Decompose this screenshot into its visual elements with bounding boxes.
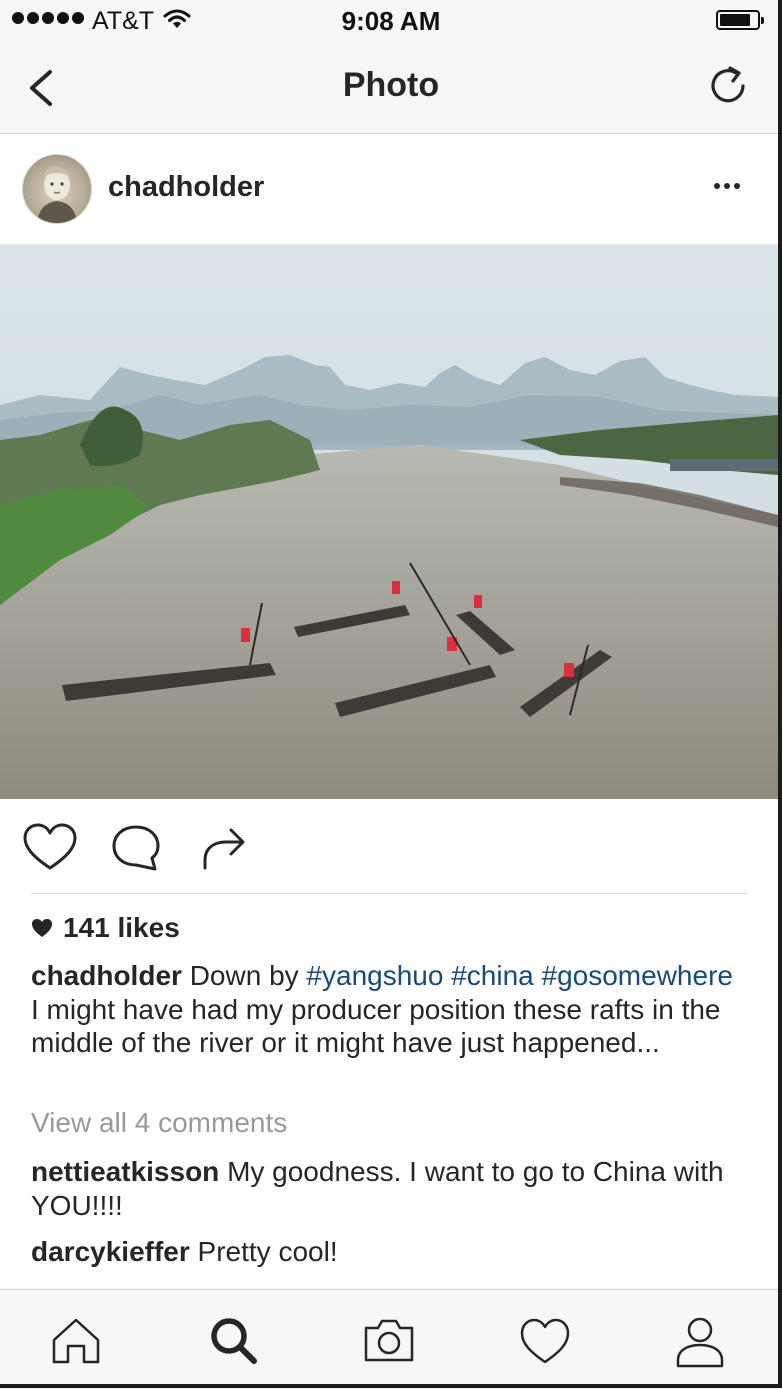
comment-username[interactable]: nettieatkisson <box>31 1156 219 1187</box>
likes-count[interactable]: 141 likes <box>31 912 180 944</box>
ellipsis-icon[interactable] <box>714 183 740 189</box>
hashtag-yangshuo[interactable]: #yangshuo <box>306 960 443 991</box>
refresh-icon[interactable] <box>706 64 750 108</box>
profile-icon[interactable] <box>670 1310 730 1370</box>
view-all-comments-link[interactable]: View all 4 comments <box>31 1107 287 1139</box>
post-username[interactable]: chadholder <box>108 171 264 204</box>
comment-icon[interactable] <box>108 822 164 874</box>
comment-username[interactable]: darcykieffer <box>31 1236 190 1267</box>
heart-icon[interactable] <box>22 822 78 874</box>
comment-text: Pretty cool! <box>197 1236 338 1267</box>
filled-heart-icon <box>32 919 52 937</box>
screen-edge <box>0 1384 782 1388</box>
status-time: 9:08 AM <box>341 6 441 36</box>
search-icon[interactable] <box>203 1310 263 1370</box>
post-photo[interactable] <box>0 245 778 799</box>
battery-icon <box>716 10 764 30</box>
status-bar: AT&T 9:08 AM <box>0 0 782 42</box>
comment-item: darcykieffer Pretty cool! <box>31 1236 338 1268</box>
tab-bar <box>0 1289 782 1389</box>
home-icon[interactable] <box>46 1310 106 1370</box>
screen-edge <box>778 0 782 1388</box>
hashtag-china[interactable]: #china <box>451 960 534 991</box>
caption-username[interactable]: chadholder <box>31 960 182 991</box>
nav-bar: Photo <box>0 42 782 134</box>
divider <box>31 893 747 894</box>
comment-item: nettieatkisson My goodness. I want to go… <box>31 1155 751 1222</box>
camera-icon[interactable] <box>359 1310 419 1370</box>
caption-text-continued: I might have had my producer position th… <box>31 993 721 1059</box>
avatar-portrait-icon <box>37 166 77 223</box>
hashtag-gosomewhere[interactable]: #gosomewhere <box>542 960 733 991</box>
avatar[interactable] <box>22 154 92 224</box>
likes-label: 141 likes <box>63 912 180 943</box>
heart-icon[interactable] <box>515 1310 575 1370</box>
post-caption: chadholder Down by #yangshuo #china #gos… <box>31 959 741 1060</box>
caption-text: Down by <box>189 960 299 991</box>
page-title: Photo <box>342 66 440 104</box>
share-icon[interactable] <box>200 820 250 872</box>
